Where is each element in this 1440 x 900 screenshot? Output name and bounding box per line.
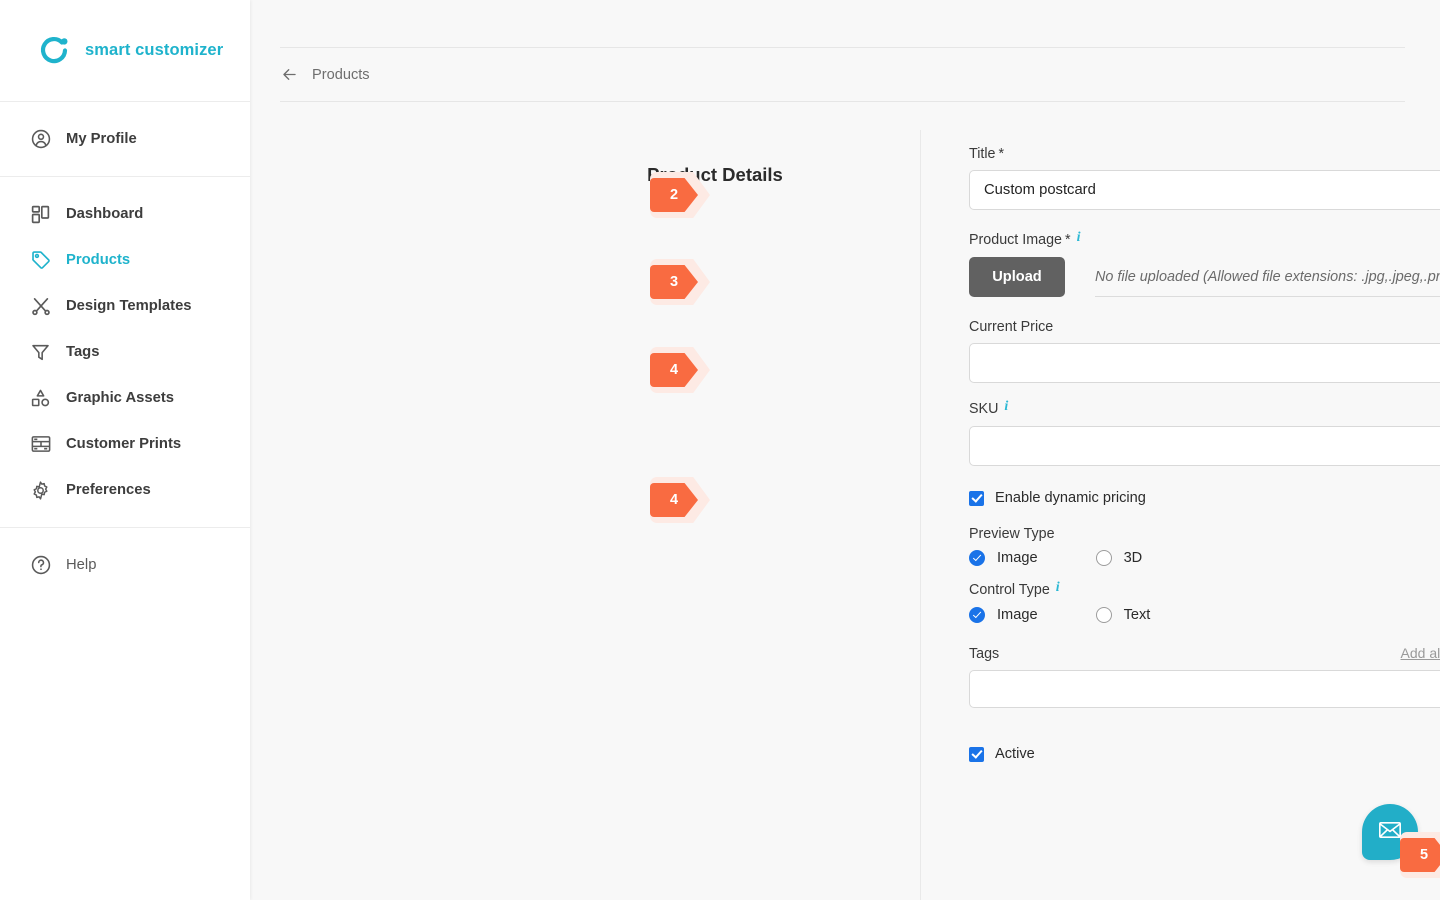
sidebar-item-label: Tags bbox=[66, 344, 100, 360]
sidebar-item-label: Customer Prints bbox=[66, 436, 182, 452]
sku-label-text: SKU bbox=[969, 401, 999, 417]
control-type-option-text[interactable]: Text bbox=[1095, 607, 1151, 623]
sidebar-item-tags[interactable]: Tags bbox=[0, 329, 250, 375]
main-content: Products Product Details 2 3 4 4 Title *… bbox=[250, 0, 1440, 900]
sidebar-item-customer-prints[interactable]: Customer Prints bbox=[0, 421, 250, 467]
product-image-upload-row: Upload No file uploaded (Allowed file ex… bbox=[969, 257, 1440, 297]
sidebar-item-graphic-assets[interactable]: Graphic Assets bbox=[0, 375, 250, 421]
enable-dynamic-pricing-label: Enable dynamic pricing bbox=[995, 490, 1146, 506]
brand-name: smart customizer bbox=[85, 41, 224, 59]
brand-logo[interactable]: smart customizer bbox=[0, 0, 250, 102]
radio-selected-icon bbox=[969, 550, 985, 566]
info-icon[interactable]: i bbox=[1077, 230, 1081, 246]
control-type-option-label: Image bbox=[997, 607, 1038, 623]
current-price-label-text: Current Price bbox=[969, 319, 1054, 335]
control-type-options: Image Text bbox=[969, 607, 1440, 623]
preview-type-option-label: 3D bbox=[1123, 550, 1143, 566]
sidebar-item-help[interactable]: Help bbox=[0, 542, 250, 588]
title-input[interactable] bbox=[969, 170, 1440, 210]
preview-type-option-label: Image bbox=[997, 550, 1038, 566]
print-layout-icon bbox=[30, 433, 60, 455]
product-image-label-text: Product Image bbox=[969, 232, 1062, 248]
control-type-option-label: Text bbox=[1123, 607, 1151, 623]
breadcrumb-bar: Products bbox=[280, 47, 1405, 102]
preview-type-option-image[interactable]: Image bbox=[969, 550, 1038, 566]
sidebar-item-label: Design Templates bbox=[66, 298, 192, 314]
sidebar-item-my-profile[interactable]: My Profile bbox=[0, 116, 250, 162]
arrow-left-icon bbox=[280, 65, 300, 85]
sidebar-item-label: Help bbox=[66, 557, 97, 573]
tags-header: Tags Add all | Remove all bbox=[969, 645, 1440, 662]
control-type-label: Control Type i bbox=[969, 580, 1440, 599]
shapes-icon bbox=[30, 388, 60, 409]
info-icon[interactable]: i bbox=[1004, 399, 1008, 415]
breadcrumb-label: Products bbox=[312, 66, 370, 83]
current-price-input[interactable] bbox=[969, 343, 1440, 383]
sidebar-item-preferences[interactable]: Preferences bbox=[0, 467, 250, 513]
sidebar-item-label: Preferences bbox=[66, 482, 151, 498]
product-image-field-label: Product Image * i bbox=[969, 230, 1440, 249]
sku-field-label: SKU i bbox=[969, 399, 1440, 418]
preview-type-option-3d[interactable]: 3D bbox=[1095, 550, 1143, 566]
sidebar-group-help: Help bbox=[0, 528, 250, 602]
title-required-mark: * bbox=[998, 146, 1005, 162]
gear-icon bbox=[30, 480, 60, 501]
title-field-label: Title * bbox=[969, 146, 1440, 162]
scissors-template-icon bbox=[30, 295, 60, 317]
save-row: 5 Save bbox=[1400, 832, 1440, 878]
active-checkbox[interactable]: Active bbox=[969, 746, 1440, 762]
circle-dot-logo-icon bbox=[38, 34, 72, 68]
tags-add-all-link[interactable]: Add all bbox=[1401, 645, 1440, 661]
funnel-filter-icon bbox=[30, 342, 60, 363]
question-circle-icon bbox=[30, 554, 60, 576]
tag-icon bbox=[30, 249, 60, 271]
product-details-form: Title * Product Image * i Upload No file… bbox=[969, 146, 1440, 762]
preview-type-label-text: Preview Type bbox=[969, 526, 1055, 542]
radio-unselected-icon bbox=[1095, 607, 1112, 623]
sidebar-group-main: Dashboard Products Design Templates Tags… bbox=[0, 177, 250, 528]
tags-actions: Add all | Remove all bbox=[1401, 645, 1440, 661]
sidebar: smart customizer My Profile Dashboard Pr… bbox=[0, 0, 250, 900]
step-badge-save: 5 bbox=[1400, 838, 1440, 872]
sidebar-item-label: Dashboard bbox=[66, 206, 144, 222]
title-label-text: Title bbox=[969, 146, 996, 162]
info-icon[interactable]: i bbox=[1056, 580, 1060, 596]
user-circle-icon bbox=[30, 128, 60, 150]
sidebar-item-label: Graphic Assets bbox=[66, 390, 175, 406]
upload-status-text: No file uploaded (Allowed file extension… bbox=[1095, 257, 1440, 297]
preview-type-options: Image 3D bbox=[969, 550, 1440, 566]
sidebar-item-label: My Profile bbox=[66, 131, 137, 147]
sidebar-item-dashboard[interactable]: Dashboard bbox=[0, 191, 250, 237]
form-divider bbox=[920, 130, 921, 900]
sidebar-item-label: Products bbox=[66, 252, 131, 268]
checkbox-checked-icon bbox=[969, 490, 984, 506]
active-label: Active bbox=[995, 746, 1035, 762]
product-image-required-mark: * bbox=[1064, 232, 1071, 248]
radio-selected-icon bbox=[969, 607, 985, 623]
page-title: Product Details bbox=[647, 164, 783, 185]
control-type-option-image[interactable]: Image bbox=[969, 607, 1038, 623]
tags-label: Tags bbox=[969, 646, 1000, 662]
app-root: smart customizer My Profile Dashboard Pr… bbox=[0, 0, 1440, 900]
breadcrumb-back-products[interactable]: Products bbox=[280, 65, 370, 85]
radio-unselected-icon bbox=[1095, 550, 1112, 566]
sidebar-item-products[interactable]: Products bbox=[0, 237, 250, 283]
envelope-icon bbox=[1377, 817, 1403, 848]
upload-button[interactable]: Upload bbox=[969, 257, 1065, 297]
preview-type-label: Preview Type bbox=[969, 526, 1440, 542]
checkbox-checked-icon bbox=[969, 746, 984, 762]
tags-input[interactable] bbox=[969, 670, 1440, 708]
current-price-field-label: Current Price bbox=[969, 319, 1440, 335]
control-type-label-text: Control Type bbox=[969, 582, 1050, 598]
grid-dashboard-icon bbox=[30, 204, 60, 225]
sidebar-group-profile: My Profile bbox=[0, 102, 250, 177]
enable-dynamic-pricing-checkbox[interactable]: Enable dynamic pricing bbox=[969, 490, 1440, 506]
sidebar-item-design-templates[interactable]: Design Templates bbox=[0, 283, 250, 329]
sku-input[interactable] bbox=[969, 426, 1440, 466]
